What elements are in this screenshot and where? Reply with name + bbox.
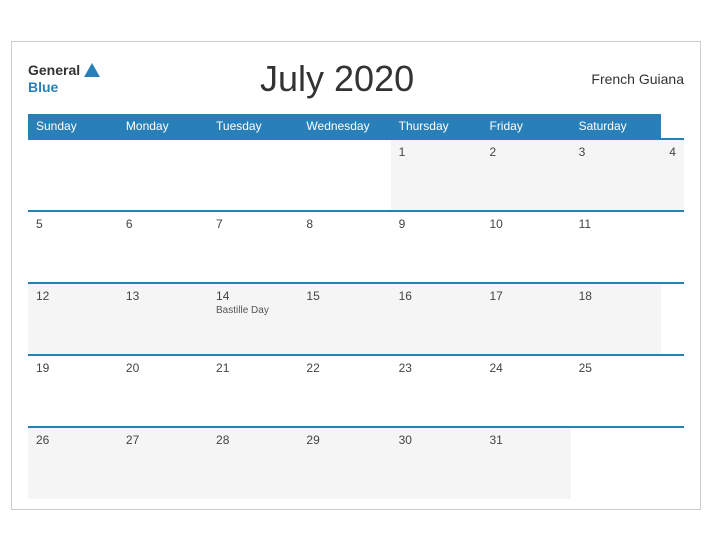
weekday-header-sunday: Sunday [28,114,118,139]
calendar-cell: 6 [118,211,208,283]
calendar-cell: 9 [391,211,482,283]
calendar-cell: 29 [298,427,390,499]
calendar-cell [208,139,298,211]
week-row-1: 1 2 3 4 [28,139,684,211]
day-number: 23 [399,361,474,375]
calendar-cell: 1 [391,139,482,211]
weekday-header-saturday: Saturday [571,114,662,139]
weekday-header-monday: Monday [118,114,208,139]
calendar-cell: 14 Bastille Day [208,283,298,355]
calendar-cell: 30 [391,427,482,499]
calendar-container: General Blue July 2020 French Guiana Sun… [11,41,701,510]
day-number: 8 [306,217,382,231]
weekday-header-wednesday: Wednesday [298,114,390,139]
day-number: 29 [306,433,382,447]
week-row-4: 19 20 21 22 23 24 25 [28,355,684,427]
day-number: 11 [579,217,654,231]
calendar-cell: 10 [481,211,570,283]
calendar-header: General Blue July 2020 French Guiana [28,58,684,100]
calendar-cell: 22 [298,355,390,427]
week-row-3: 12 13 14 Bastille Day 15 16 17 18 [28,283,684,355]
logo-general-text: General [28,62,80,79]
calendar-cell: 8 [298,211,390,283]
week-row-2: 5 6 7 8 9 10 11 [28,211,684,283]
day-number: 13 [126,289,200,303]
day-number: 28 [216,433,290,447]
calendar-cell: 13 [118,283,208,355]
calendar-cell: 24 [481,355,570,427]
calendar-cell [28,139,118,211]
day-number: 20 [126,361,200,375]
calendar-cell: 7 [208,211,298,283]
day-number: 26 [36,433,110,447]
calendar-cell: 21 [208,355,298,427]
calendar-cell: 25 [571,355,662,427]
day-number: 2 [489,145,562,159]
weekday-header-thursday: Thursday [391,114,482,139]
week-row-5: 26 27 28 29 30 31 [28,427,684,499]
day-number: 19 [36,361,110,375]
calendar-cell: 28 [208,427,298,499]
day-number: 22 [306,361,382,375]
day-event: Bastille Day [216,305,290,316]
calendar-cell: 2 [481,139,570,211]
day-number: 12 [36,289,110,303]
calendar-title: July 2020 [100,58,574,100]
region-label: French Guiana [574,71,684,87]
calendar-cell: 18 [571,283,662,355]
calendar-cell [298,139,390,211]
logo-blue-text: Blue [28,79,100,96]
calendar-cell: 4 [661,139,684,211]
day-number: 16 [399,289,474,303]
calendar-cell: 20 [118,355,208,427]
day-number: 31 [489,433,562,447]
day-number: 21 [216,361,290,375]
weekday-header-tuesday: Tuesday [208,114,298,139]
calendar-cell: 23 [391,355,482,427]
calendar-cell: 16 [391,283,482,355]
calendar-grid: SundayMondayTuesdayWednesdayThursdayFrid… [28,114,684,499]
day-number: 1 [399,145,474,159]
day-number: 6 [126,217,200,231]
calendar-cell: 3 [571,139,662,211]
day-number: 18 [579,289,654,303]
day-number: 24 [489,361,562,375]
logo: General Blue [28,62,100,96]
day-number: 4 [669,145,676,159]
calendar-cell: 31 [481,427,570,499]
calendar-cell: 11 [571,211,662,283]
day-number: 5 [36,217,110,231]
day-number: 10 [489,217,562,231]
day-number: 3 [579,145,654,159]
weekday-header-row: SundayMondayTuesdayWednesdayThursdayFrid… [28,114,684,139]
day-number: 17 [489,289,562,303]
calendar-cell: 17 [481,283,570,355]
calendar-cell [118,139,208,211]
day-number: 15 [306,289,382,303]
weekday-header-friday: Friday [481,114,570,139]
calendar-cell [571,427,662,499]
day-number: 9 [399,217,474,231]
day-number: 14 [216,289,290,303]
calendar-cell: 26 [28,427,118,499]
calendar-cell: 15 [298,283,390,355]
calendar-cell: 5 [28,211,118,283]
day-number: 25 [579,361,654,375]
day-number: 27 [126,433,200,447]
day-number: 30 [399,433,474,447]
calendar-cell: 12 [28,283,118,355]
logo-triangle-icon [84,63,100,77]
day-number: 7 [216,217,290,231]
calendar-cell: 27 [118,427,208,499]
calendar-cell: 19 [28,355,118,427]
